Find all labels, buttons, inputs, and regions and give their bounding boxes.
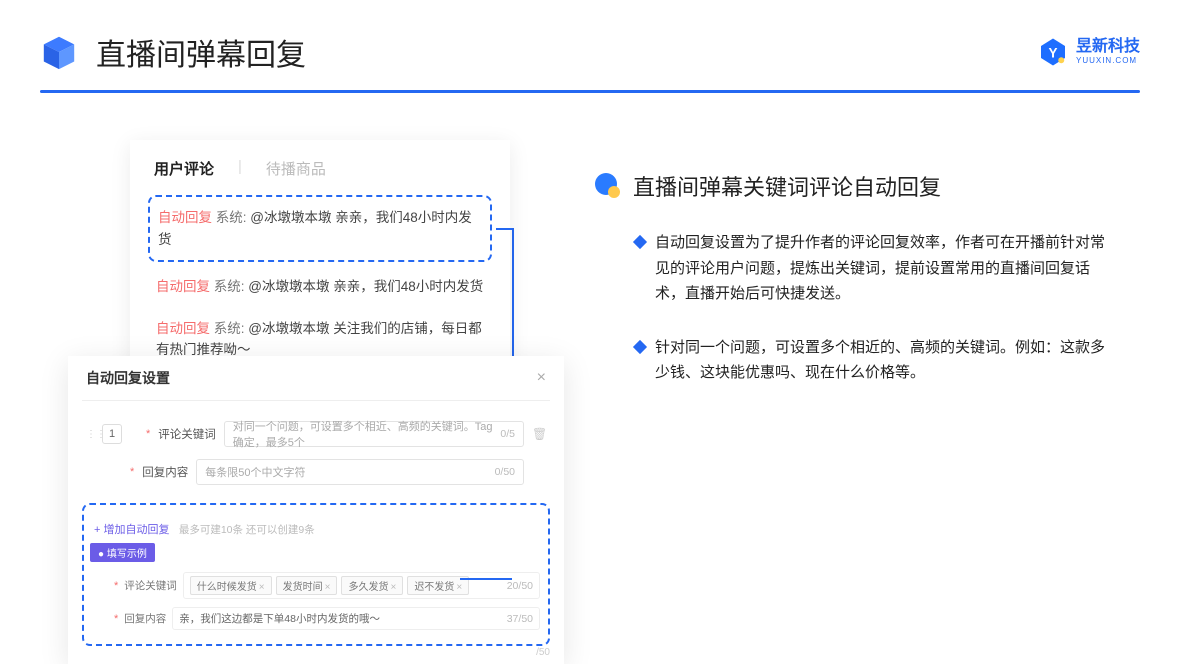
keyword-tag[interactable]: 多久发货×: [341, 576, 403, 595]
keyword-input[interactable]: 对同一个问题，可设置多个相近、高频的关键词。Tag确定，最多5个 0/5: [224, 421, 524, 447]
drag-handle-icon[interactable]: ⋮⋮: [86, 429, 94, 440]
comment-list: 自动回复 系统: @冰墩墩本墩 亲亲，我们48小时内发货 自动回复 系统: @冰…: [130, 195, 510, 371]
keyword-row: ⋮⋮ 1 * 评论关键词 对同一个问题，可设置多个相近、高频的关键词。Tag确定…: [82, 415, 550, 453]
example-area: + 增加自动回复 最多可建10条 还可以创建9条 ● 填写示例 * 评论关键词 …: [82, 503, 550, 646]
section-heading: 直播间弹幕关键词评论自动回复: [595, 170, 1115, 202]
example-reply-label: 回复内容: [124, 611, 166, 626]
tab-bar: 用户评论 | 待播商品: [130, 158, 510, 191]
auto-reply-label: 自动回复: [158, 210, 212, 225]
diamond-icon: [633, 339, 647, 353]
header-divider: [40, 90, 1140, 93]
content-input[interactable]: 每条限50个中文字符 0/50: [196, 459, 524, 485]
example-keyword-row: * 评论关键词 什么时候发货× 发货时间× 多久发货× 迟不发货× 20/50: [90, 568, 542, 603]
required-star-icon: *: [146, 428, 150, 440]
settings-title: 自动回复设置: [86, 368, 170, 388]
page-header: 直播间弹幕回复 Y 昱新科技 YUUXIN.COM: [0, 0, 1180, 74]
comment-item: 自动回复 系统: @冰墩墩本墩 亲亲，我们48小时内发货: [148, 266, 492, 308]
bottom-counter: /50: [536, 647, 550, 658]
svg-text:Y: Y: [1048, 45, 1057, 60]
auto-reply-label: 自动回复: [156, 321, 210, 336]
example-reply-counter: 37/50: [507, 613, 533, 625]
settings-header: 自动回复设置 ×: [82, 368, 550, 401]
required-star-icon: *: [114, 613, 118, 625]
bullet-list: 自动回复设置为了提升作者的评论回复效率，作者可在开播前针对常见的评论用户问题，提…: [595, 230, 1115, 386]
tab-user-comments[interactable]: 用户评论: [154, 158, 214, 179]
example-reply-text: 亲，我们这边都是下单48小时内发货的哦～: [179, 611, 502, 626]
keyword-placeholder: 对同一个问题，可设置多个相近、高频的关键词。Tag确定，最多5个: [233, 418, 501, 450]
diamond-icon: [633, 235, 647, 249]
section-title: 直播间弹幕关键词评论自动回复: [633, 170, 941, 202]
keyword-field-label: 评论关键词: [158, 426, 216, 442]
content-counter: 0/50: [495, 466, 515, 478]
delete-icon[interactable]: 🗑: [532, 427, 546, 441]
bullet-text: 自动回复设置为了提升作者的评论回复效率，作者可在开播前针对常见的评论用户问题，提…: [655, 230, 1115, 307]
connector-line: [496, 228, 512, 230]
example-keyword-counter: 20/50: [507, 580, 533, 592]
comment-item-highlighted: 自动回复 系统: @冰墩墩本墩 亲亲，我们48小时内发货: [148, 195, 492, 262]
bubble-icon: [595, 173, 621, 199]
required-star-icon: *: [130, 466, 134, 478]
title-row: 直播间弹幕回复 Y 昱新科技 YUUXIN.COM: [40, 30, 1140, 74]
content-field-label: 回复内容: [142, 464, 188, 480]
row-number: 1: [102, 424, 122, 444]
auto-reply-settings-panel: 自动回复设置 × ⋮⋮ 1 * 评论关键词 对同一个问题，可设置多个相近、高频的…: [68, 356, 564, 664]
connector-line: [460, 578, 512, 580]
example-badge: ● 填写示例: [90, 543, 155, 562]
content-placeholder: 每条限50个中文字符: [205, 464, 305, 480]
brand-logo: Y 昱新科技 YUUXIN.COM: [1038, 37, 1140, 67]
brand-name-en: YUUXIN.COM: [1076, 57, 1140, 65]
bullet-item: 自动回复设置为了提升作者的评论回复效率，作者可在开播前针对常见的评论用户问题，提…: [635, 230, 1115, 307]
keyword-tag[interactable]: 什么时候发货×: [190, 576, 272, 595]
auto-reply-label: 自动回复: [156, 279, 210, 294]
system-label: 系统:: [216, 210, 247, 225]
tab-pending-products[interactable]: 待播商品: [266, 158, 326, 179]
keyword-tag[interactable]: 发货时间×: [276, 576, 338, 595]
comment-text: @冰墩墩本墩 亲亲，我们48小时内发货: [248, 279, 483, 294]
right-column: 直播间弹幕关键词评论自动回复 自动回复设置为了提升作者的评论回复效率，作者可在开…: [595, 170, 1115, 414]
system-label: 系统:: [214, 321, 245, 336]
add-hint: 最多可建10条 还可以创建9条: [179, 524, 315, 536]
add-auto-reply-link[interactable]: + 增加自动回复: [94, 524, 169, 536]
example-tag-input[interactable]: 什么时候发货× 发货时间× 多久发货× 迟不发货× 20/50: [183, 572, 540, 599]
bullet-text: 针对同一个问题，可设置多个相近的、高频的关键词。例如：这款多少钱、这块能优惠吗、…: [655, 335, 1115, 386]
brand-icon: Y: [1038, 37, 1068, 67]
example-reply-input[interactable]: 亲，我们这边都是下单48小时内发货的哦～ 37/50: [172, 607, 540, 630]
bullet-item: 针对同一个问题，可设置多个相近的、高频的关键词。例如：这款多少钱、这块能优惠吗、…: [635, 335, 1115, 386]
page-title: 直播间弹幕回复: [96, 30, 1020, 74]
close-icon[interactable]: ×: [537, 369, 546, 387]
example-reply-row: * 回复内容 亲，我们这边都是下单48小时内发货的哦～ 37/50: [90, 603, 542, 634]
content-row: * 回复内容 每条限50个中文字符 0/50: [82, 453, 550, 491]
example-keyword-label: 评论关键词: [124, 578, 177, 593]
keyword-counter: 0/5: [500, 428, 515, 440]
cube-icon: [40, 33, 78, 71]
required-star-icon: *: [114, 580, 118, 592]
brand-name-cn: 昱新科技: [1076, 39, 1140, 55]
system-label: 系统:: [214, 279, 245, 294]
